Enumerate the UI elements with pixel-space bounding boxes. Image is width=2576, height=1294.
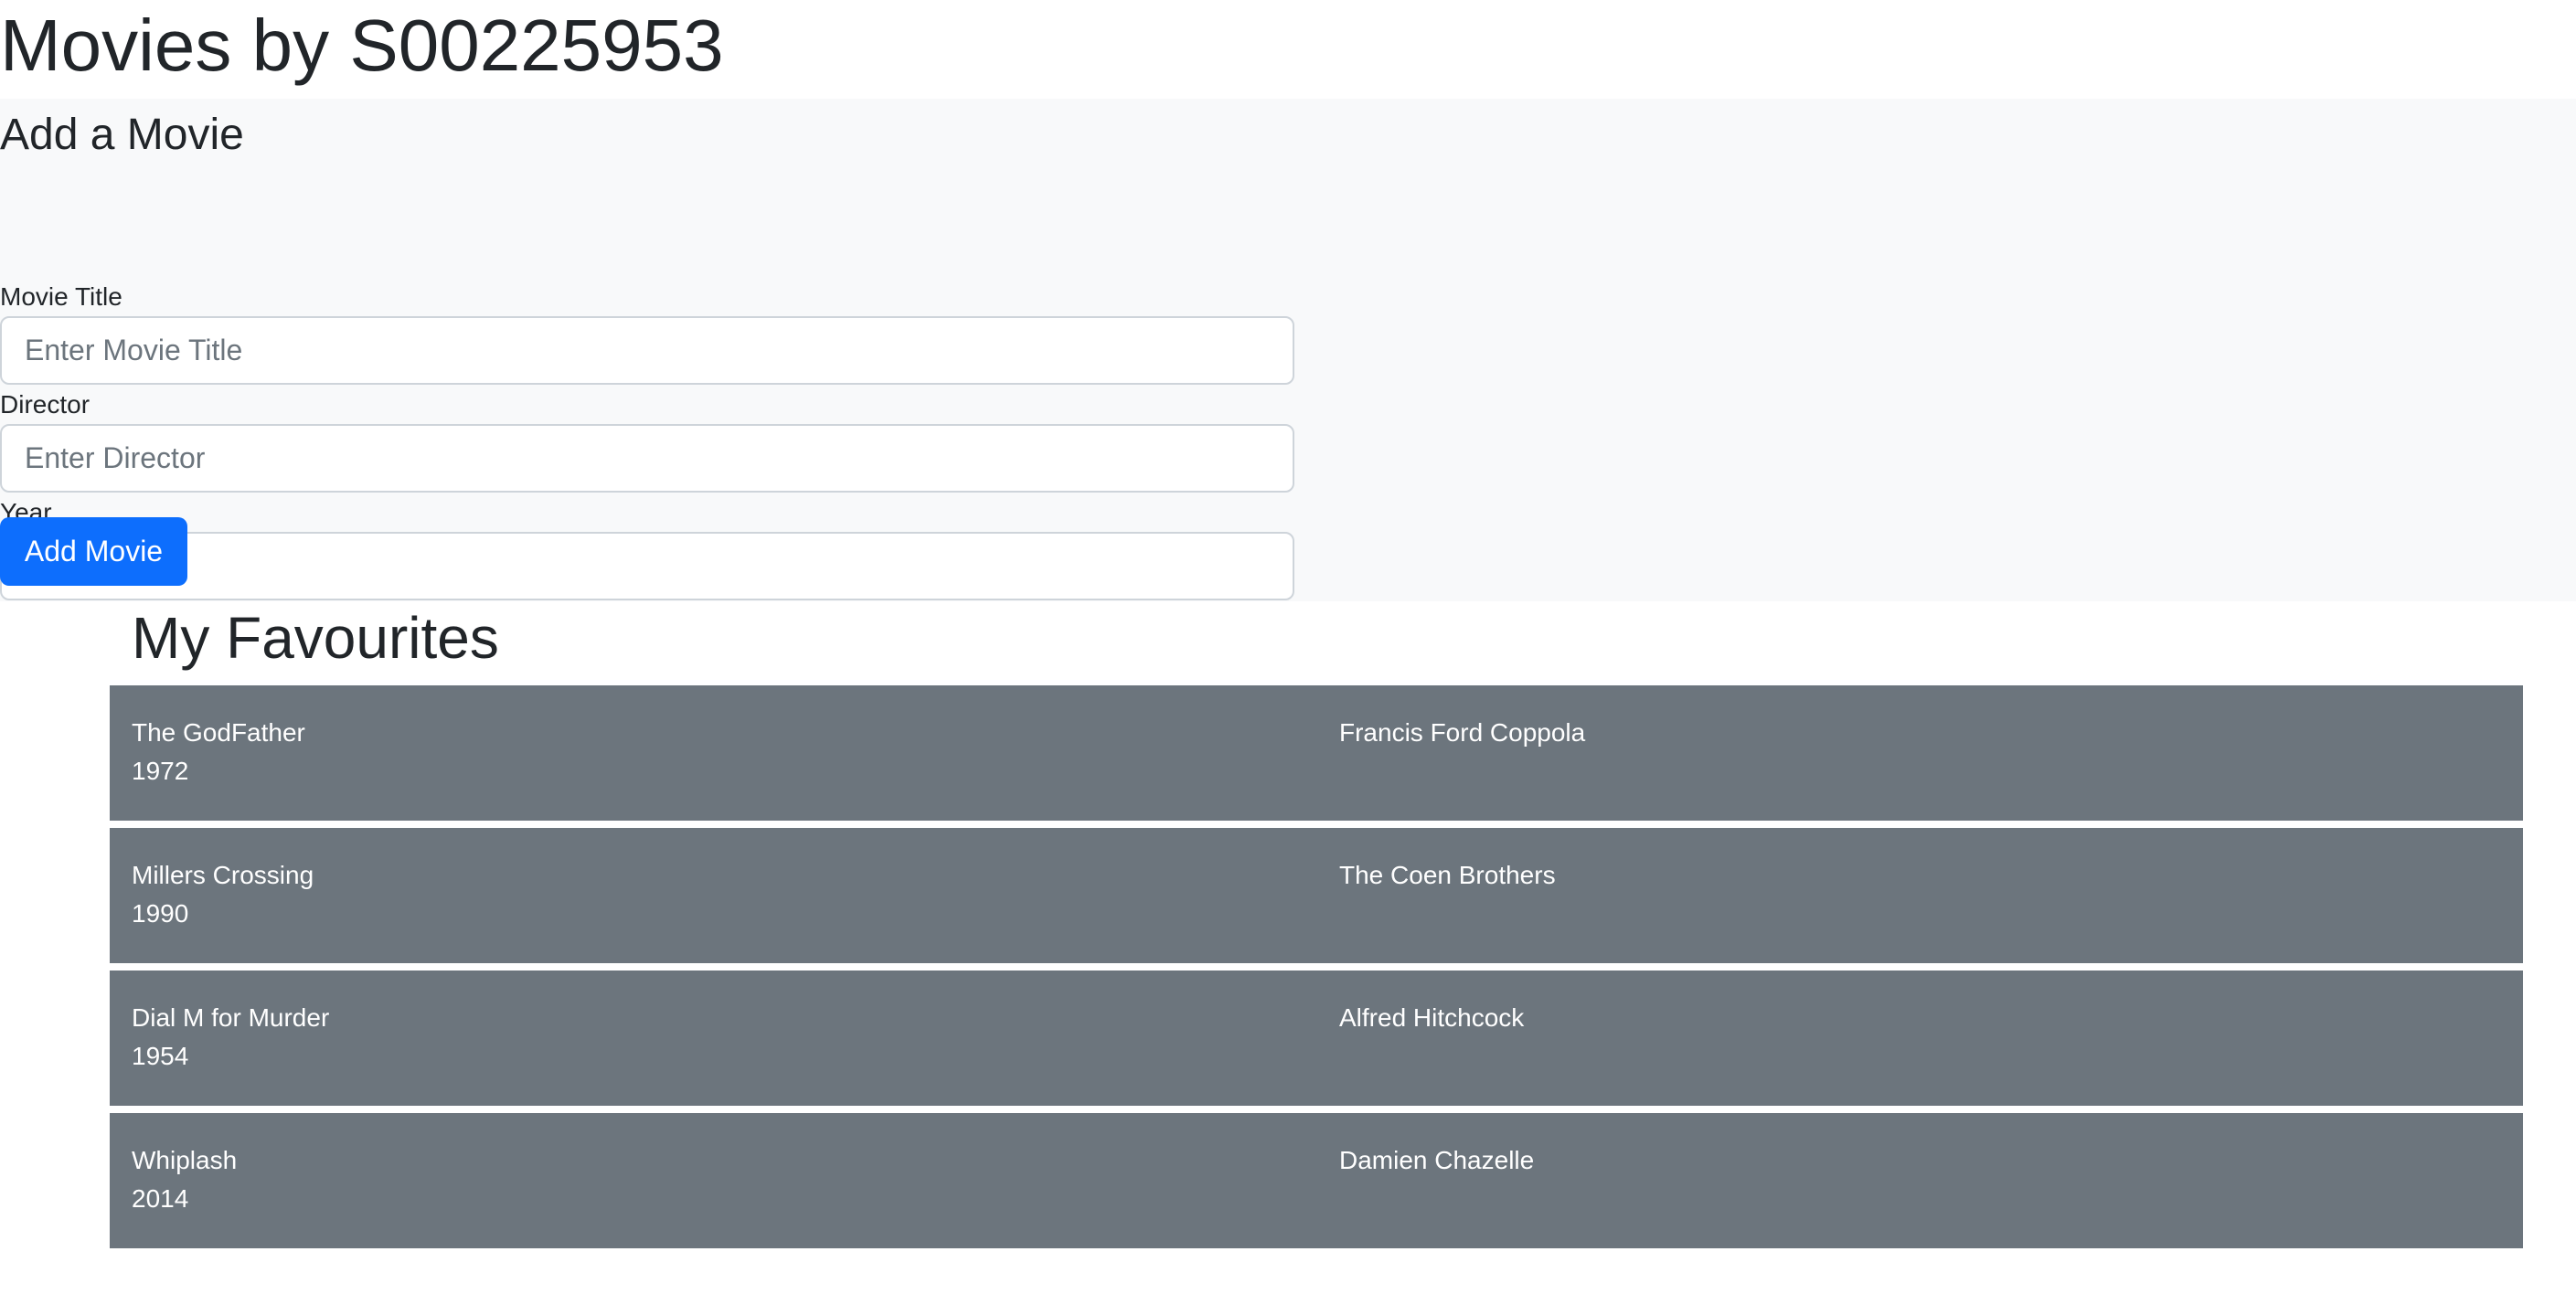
year-input[interactable] <box>0 532 1294 600</box>
page-title: Movies by S00225953 <box>0 5 724 86</box>
movie-title-label: Movie Title <box>0 282 122 311</box>
director-input[interactable] <box>0 424 1294 493</box>
movie-director: Francis Ford Coppola <box>1339 718 1586 747</box>
movie-director: Alfred Hitchcock <box>1339 1003 1525 1032</box>
favourites-section: My Favourites The GodFather 1972 Francis… <box>110 601 2523 1256</box>
form-heading: Add a Movie <box>0 111 244 159</box>
favourites-heading: My Favourites <box>132 605 499 671</box>
movie-director: The Coen Brothers <box>1339 861 1556 889</box>
movie-year: 2014 <box>132 1184 189 1213</box>
movie-title: Millers Crossing <box>132 861 314 889</box>
add-movie-button[interactable]: Add Movie <box>0 517 187 586</box>
movie-row: Dial M for Murder 1954 Alfred Hitchcock <box>110 970 2523 1106</box>
movie-title-input[interactable] <box>0 316 1294 385</box>
movie-director: Damien Chazelle <box>1339 1146 1535 1174</box>
movie-title: Whiplash <box>132 1146 238 1174</box>
movie-year: 1972 <box>132 757 189 785</box>
director-label: Director <box>0 390 90 419</box>
movie-title: The GodFather <box>132 718 305 747</box>
movie-year: 1990 <box>132 899 189 928</box>
movie-row: The GodFather 1972 Francis Ford Coppola <box>110 685 2523 821</box>
movie-year: 1954 <box>132 1042 189 1070</box>
add-movie-form: Add a Movie Movie Title Director Year <box>0 99 2576 601</box>
movie-row: Millers Crossing 1990 The Coen Brothers <box>110 828 2523 963</box>
movie-row: Whiplash 2014 Damien Chazelle <box>110 1113 2523 1248</box>
movie-title: Dial M for Murder <box>132 1003 330 1032</box>
